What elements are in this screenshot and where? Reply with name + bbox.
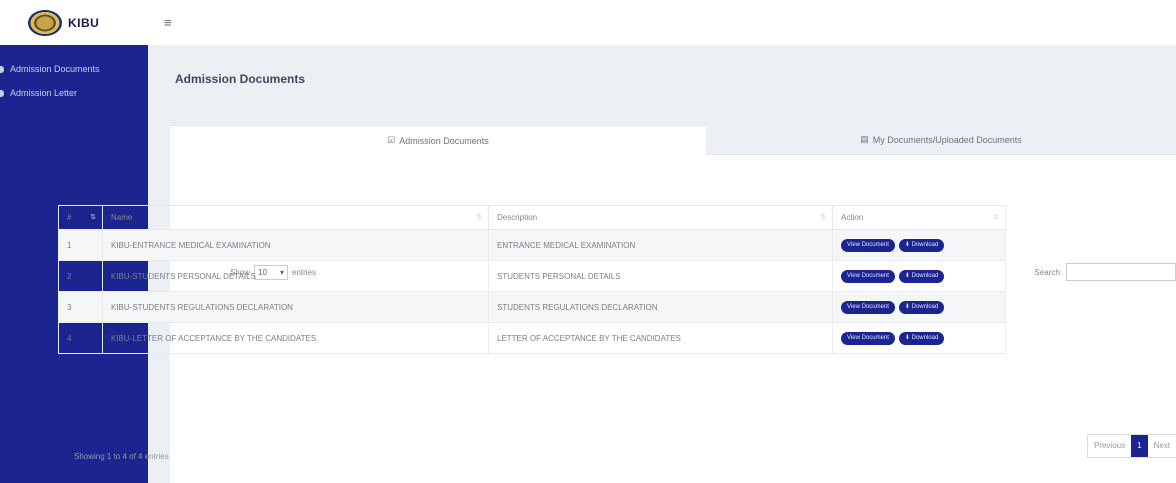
view-document-button[interactable]: View Document bbox=[841, 269, 895, 283]
next-page-button[interactable]: Next bbox=[1148, 435, 1176, 457]
table-row: 3 KIBU-STUDENTS REGULATIONS DECLARATION … bbox=[58, 291, 1006, 323]
row-description: STUDENTS REGULATIONS DECLARATION bbox=[488, 291, 833, 323]
page-1-button[interactable]: 1 bbox=[1131, 435, 1148, 457]
documents-table: # ⇅ Name ⇅ Description ⇅ Action ⇅ 1 KIBU-ENT… bbox=[58, 205, 1006, 354]
row-actions: View Document ⬇ Download bbox=[832, 291, 1006, 323]
row-number: 1 bbox=[58, 229, 103, 261]
top-bar: KIBU ≡ bbox=[0, 0, 1176, 45]
brand[interactable]: KIBU bbox=[0, 0, 148, 45]
view-document-button[interactable]: View Document bbox=[841, 238, 895, 252]
bullet-icon bbox=[0, 65, 4, 73]
tab-label: My Documents/Uploaded Documents bbox=[872, 134, 1022, 145]
column-header-number[interactable]: # ⇅ bbox=[58, 205, 103, 230]
tab-admission-documents[interactable]: ☑ Admission Documents bbox=[170, 125, 706, 155]
view-document-button[interactable]: View Document bbox=[841, 300, 895, 314]
table-row: 4 KIBU-LETTER OF ACCEPTANCE BY THE CANDI… bbox=[58, 322, 1006, 354]
row-name: KIBU-STUDENTS PERSONAL DETAILS bbox=[102, 260, 489, 292]
sort-icon: ⇅ bbox=[476, 214, 482, 221]
checklist-icon: ☑ bbox=[387, 135, 396, 145]
row-description: LETTER OF ACCEPTANCE BY THE CANDIDATES bbox=[488, 322, 833, 354]
row-description: STUDENTS PERSONAL DETAILS bbox=[488, 260, 833, 292]
table-header-row: # ⇅ Name ⇅ Description ⇅ Action ⇅ bbox=[58, 205, 1006, 230]
row-number: 4 bbox=[58, 322, 103, 354]
brand-name: KIBU bbox=[68, 15, 100, 30]
sidebar-item-admission-letter[interactable]: Admission Letter bbox=[0, 81, 148, 105]
row-number: 2 bbox=[58, 260, 103, 292]
row-actions: View Document ⬇ Download bbox=[832, 229, 1006, 261]
row-name: KIBU-LETTER OF ACCEPTANCE BY THE CANDIDA… bbox=[102, 322, 489, 354]
sort-icon: ⇅ bbox=[90, 214, 96, 221]
sidebar-item-admission-documents[interactable]: Admission Documents bbox=[0, 57, 148, 81]
tab-label: Admission Documents bbox=[399, 135, 489, 146]
row-name: KIBU-ENTRANCE MEDICAL EXAMINATION bbox=[102, 229, 489, 261]
previous-page-button[interactable]: Previous bbox=[1088, 435, 1131, 457]
sidebar-item-label: Admission Letter bbox=[10, 88, 78, 98]
sidebar-item-label: Admission Documents bbox=[10, 64, 100, 74]
table-row: 2 KIBU-STUDENTS PERSONAL DETAILS STUDENT… bbox=[58, 260, 1006, 292]
column-header-description[interactable]: Description ⇅ bbox=[488, 205, 833, 230]
search-control: Search: bbox=[1034, 263, 1176, 281]
row-description: ENTRANCE MEDICAL EXAMINATION bbox=[488, 229, 833, 261]
hamburger-menu-icon[interactable]: ≡ bbox=[164, 15, 172, 30]
download-button[interactable]: ⬇ Download bbox=[898, 300, 945, 314]
logo-icon bbox=[28, 9, 62, 36]
table-row: 1 KIBU-ENTRANCE MEDICAL EXAMINATION ENTR… bbox=[58, 229, 1006, 261]
search-input[interactable] bbox=[1066, 263, 1176, 281]
tab-my-documents[interactable]: ▤ My Documents/Uploaded Documents bbox=[706, 125, 1176, 155]
download-button[interactable]: ⬇ Download bbox=[898, 331, 945, 345]
row-actions: View Document ⬇ Download bbox=[832, 260, 1006, 292]
view-document-button[interactable]: View Document bbox=[841, 331, 895, 345]
column-header-action[interactable]: Action ⇅ bbox=[832, 205, 1006, 230]
table-info: Showing 1 to 4 of 4 entries bbox=[74, 452, 169, 461]
row-number: 3 bbox=[58, 291, 103, 323]
sort-icon: ⇅ bbox=[820, 214, 826, 221]
column-header-name[interactable]: Name ⇅ bbox=[102, 205, 489, 230]
sort-icon: ⇅ bbox=[993, 214, 999, 221]
pagination: Previous 1 Next bbox=[1086, 434, 1176, 458]
tab-bar: ☑ Admission Documents ▤ My Documents/Upl… bbox=[170, 125, 1176, 155]
row-actions: View Document ⬇ Download bbox=[832, 322, 1006, 354]
download-button[interactable]: ⬇ Download bbox=[898, 238, 945, 252]
row-name: KIBU-STUDENTS REGULATIONS DECLARATION bbox=[102, 291, 489, 323]
document-icon: ▤ bbox=[860, 134, 869, 144]
download-button[interactable]: ⬇ Download bbox=[898, 269, 945, 283]
bullet-icon bbox=[0, 89, 4, 97]
page-title: Admission Documents bbox=[175, 72, 306, 86]
search-label: Search: bbox=[1034, 267, 1062, 277]
